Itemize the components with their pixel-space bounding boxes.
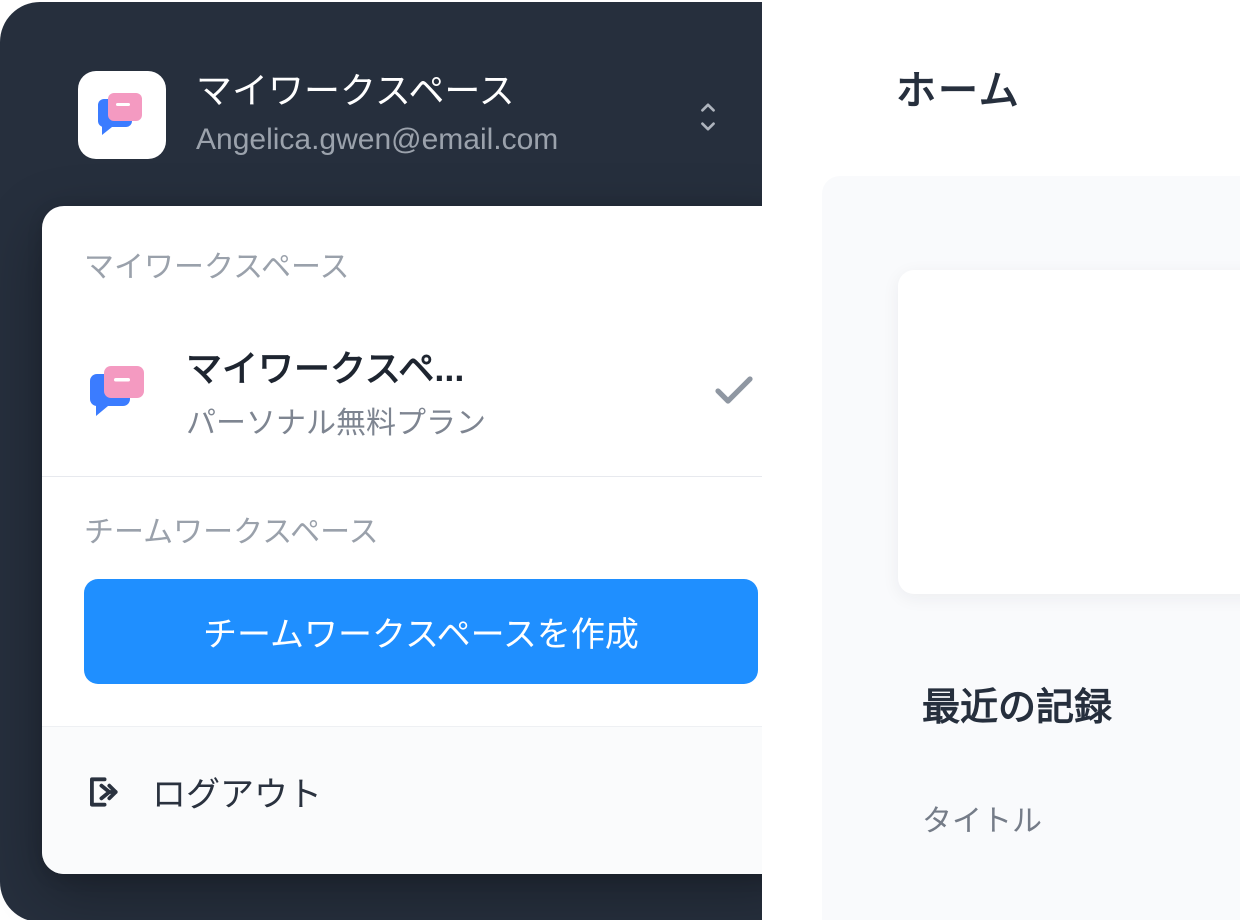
create-team-workspace-button[interactable]: チームワークスペースを作成 [84, 579, 758, 684]
logout-icon [84, 773, 122, 811]
logout-button[interactable]: ログアウト [42, 726, 800, 874]
main-content: ホーム 最近の記録 タイトル [762, 0, 1240, 920]
workspace-dropdown: マイワークスペース マイワークスペ... パーソナル無料プラン [42, 206, 800, 874]
page-title: ホーム [896, 58, 1021, 116]
logout-label: ログアウト [152, 767, 322, 816]
workspace-item-title: マイワークスペ... [186, 340, 694, 392]
workspace-item-icon [84, 360, 156, 422]
workspace-user-email: Angelica.gwen@email.com [196, 119, 674, 161]
workspace-item-plan: パーソナル無料プラン [186, 398, 694, 442]
hero-card [898, 270, 1240, 594]
workspace-title: マイワークスペース [196, 68, 674, 113]
chevron-up-down-icon [694, 97, 722, 137]
workspace-app-icon [78, 71, 166, 159]
content-surface: 最近の記録 タイトル [822, 176, 1240, 920]
column-header-title: タイトル [922, 796, 1042, 840]
sidebar: マイワークスペース Angelica.gwen@email.com マイワークス… [0, 2, 762, 920]
workspace-item[interactable]: マイワークスペ... パーソナル無料プラン [42, 316, 800, 476]
dropdown-my-workspaces-label: マイワークスペース [84, 242, 758, 286]
dropdown-team-workspaces-label: チームワークスペース [84, 507, 758, 551]
recent-recordings-heading: 最近の記録 [922, 676, 1112, 731]
check-icon [710, 365, 758, 418]
workspace-switcher[interactable]: マイワークスペース Angelica.gwen@email.com [0, 2, 762, 161]
